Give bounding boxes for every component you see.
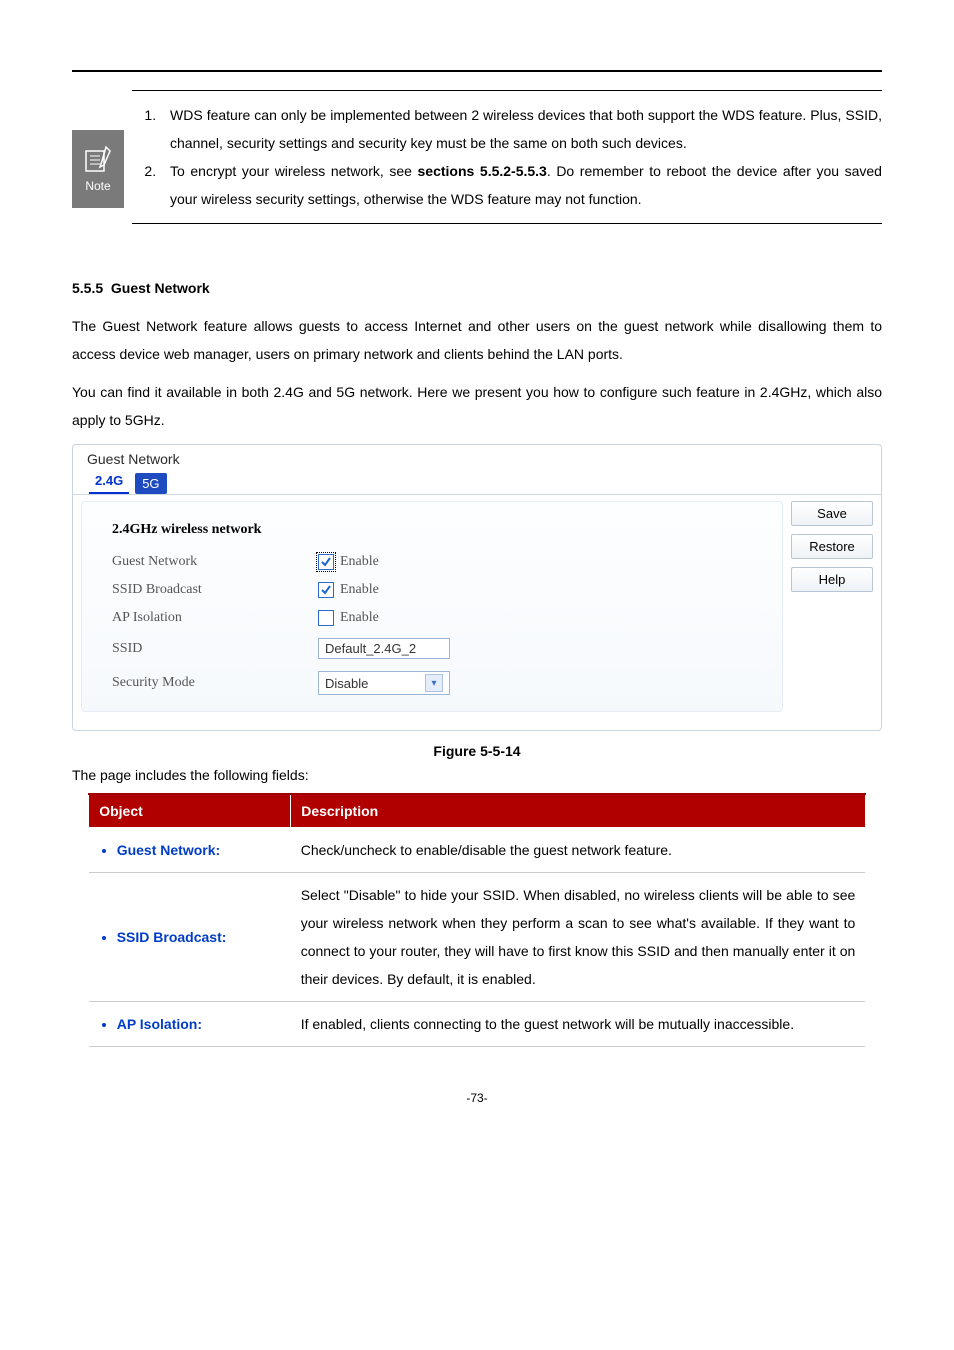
note-item-1-text: WDS feature can only be implemented betw… bbox=[170, 107, 882, 151]
row-ap-isolation: AP Isolation Enable bbox=[112, 604, 772, 632]
row-guest-network: Guest Network Enable bbox=[112, 548, 772, 576]
top-rule bbox=[72, 70, 882, 72]
check-icon bbox=[321, 557, 331, 567]
section-heading: 5.5.5 Guest Network bbox=[72, 280, 882, 296]
page-number: -73- bbox=[72, 1091, 882, 1105]
form-area: 2.4GHz wireless network Guest Network En… bbox=[81, 501, 783, 712]
note-list: WDS feature can only be implemented betw… bbox=[132, 101, 882, 213]
checkbox-ap-isolation[interactable] bbox=[318, 610, 334, 626]
label-ssid: SSID bbox=[112, 641, 318, 657]
row-security-mode: Security Mode Disable ▾ bbox=[112, 665, 772, 701]
section-title: Guest Network bbox=[111, 280, 210, 296]
fields-table: Object Description Guest Network: Check/… bbox=[88, 793, 866, 1047]
note-item-2-bold: sections 5.5.2-5.5.3 bbox=[418, 163, 547, 179]
note-icon: Note bbox=[72, 130, 124, 208]
note-content: WDS feature can only be implemented betw… bbox=[132, 90, 882, 224]
form-heading: 2.4GHz wireless network bbox=[112, 522, 772, 538]
obj-guest-network: Guest Network: bbox=[89, 828, 291, 873]
checkbox-ssid-broadcast[interactable] bbox=[318, 582, 334, 598]
check-icon bbox=[321, 585, 331, 595]
label-ap-isolation: AP Isolation bbox=[112, 610, 318, 626]
help-button[interactable]: Help bbox=[791, 567, 873, 592]
th-object: Object bbox=[89, 794, 291, 828]
checklabel-guest-network: Enable bbox=[340, 554, 379, 570]
panel-body: 2.4GHz wireless network Guest Network En… bbox=[73, 495, 881, 712]
paragraph-2: You can find it available in both 2.4G a… bbox=[72, 378, 882, 434]
label-ssid-broadcast: SSID Broadcast bbox=[112, 582, 318, 598]
checklabel-ap-isolation: Enable bbox=[340, 610, 379, 626]
save-button[interactable]: Save bbox=[791, 501, 873, 526]
section-number: 5.5.5 bbox=[72, 280, 103, 296]
input-ap-isolation: Enable bbox=[318, 610, 379, 626]
obj-ap-isolation: AP Isolation: bbox=[89, 1002, 291, 1047]
security-mode-select[interactable]: Disable ▾ bbox=[318, 671, 450, 695]
tabs: 2.4G 5G bbox=[73, 469, 881, 495]
input-ssid-broadcast: Enable bbox=[318, 582, 379, 598]
desc-guest-network: Check/uncheck to enable/disable the gues… bbox=[291, 828, 866, 873]
checkbox-guest-network[interactable] bbox=[318, 554, 334, 570]
screenshot-panel: Guest Network 2.4G 5G 2.4GHz wireless ne… bbox=[72, 444, 882, 731]
security-mode-value: Disable bbox=[325, 676, 368, 691]
note-icon-label: Note bbox=[85, 179, 110, 193]
note-item-1: WDS feature can only be implemented betw… bbox=[160, 101, 882, 157]
label-guest-network: Guest Network bbox=[112, 554, 318, 570]
notepad-icon bbox=[82, 145, 114, 175]
desc-ssid-broadcast: Select "Disable" to hide your SSID. When… bbox=[291, 873, 866, 1002]
obj-ssid-broadcast-label: SSID Broadcast: bbox=[117, 923, 281, 951]
table-row: Guest Network: Check/uncheck to enable/d… bbox=[89, 828, 866, 873]
note-item-2: To encrypt your wireless network, see se… bbox=[160, 157, 882, 213]
fields-intro: The page includes the following fields: bbox=[72, 767, 882, 783]
table-row: AP Isolation: If enabled, clients connec… bbox=[89, 1002, 866, 1047]
desc-ap-isolation: If enabled, clients connecting to the gu… bbox=[291, 1002, 866, 1047]
ssid-input[interactable] bbox=[318, 638, 450, 659]
obj-ap-isolation-label: AP Isolation: bbox=[117, 1010, 281, 1038]
note-icon-wrap: Note bbox=[72, 130, 132, 208]
checklabel-ssid-broadcast: Enable bbox=[340, 582, 379, 598]
figure-caption: Figure 5-5-14 bbox=[72, 743, 882, 759]
chevron-down-icon: ▾ bbox=[425, 674, 443, 692]
input-guest-network: Enable bbox=[318, 554, 379, 570]
panel-title: Guest Network bbox=[73, 445, 881, 469]
th-description: Description bbox=[291, 794, 866, 828]
note-item-2-a: To encrypt your wireless network, see bbox=[170, 163, 418, 179]
obj-guest-network-label: Guest Network: bbox=[117, 836, 281, 864]
label-security-mode: Security Mode bbox=[112, 675, 318, 691]
tab-5g[interactable]: 5G bbox=[135, 473, 166, 494]
side-buttons: Save Restore Help bbox=[791, 501, 873, 712]
input-ssid-wrap bbox=[318, 638, 450, 659]
row-ssid: SSID bbox=[112, 632, 772, 665]
tab-24g[interactable]: 2.4G bbox=[89, 469, 129, 494]
restore-button[interactable]: Restore bbox=[791, 534, 873, 559]
paragraph-1: The Guest Network feature allows guests … bbox=[72, 312, 882, 368]
obj-ssid-broadcast: SSID Broadcast: bbox=[89, 873, 291, 1002]
note-block: Note WDS feature can only be implemented… bbox=[72, 90, 882, 224]
table-row: SSID Broadcast: Select "Disable" to hide… bbox=[89, 873, 866, 1002]
input-security-mode: Disable ▾ bbox=[318, 671, 450, 695]
row-ssid-broadcast: SSID Broadcast Enable bbox=[112, 576, 772, 604]
